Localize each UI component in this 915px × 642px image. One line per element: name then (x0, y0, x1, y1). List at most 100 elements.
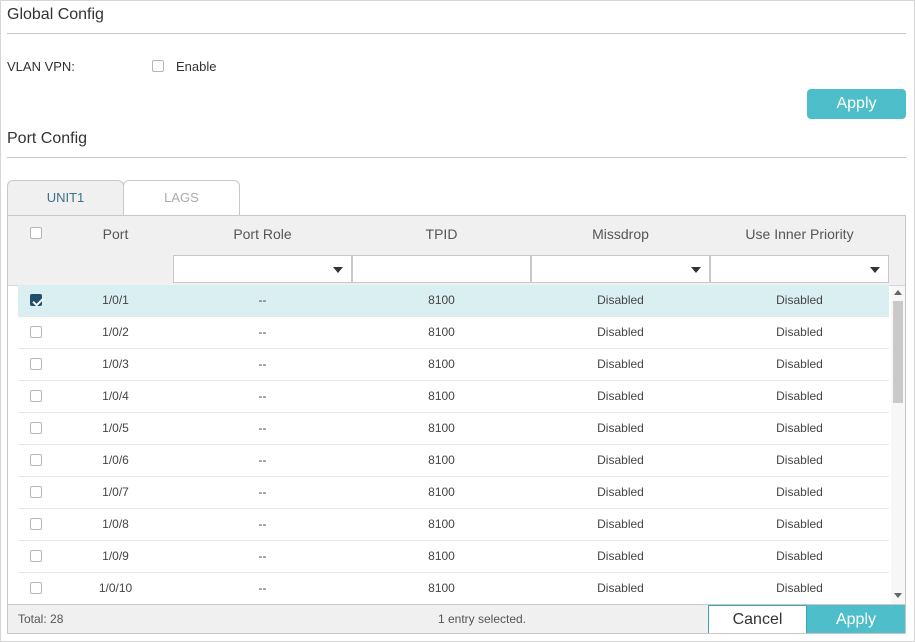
col-missdrop[interactable]: Missdrop (531, 216, 710, 253)
cell-inner: Disabled (776, 517, 823, 531)
cell-tpid: 8100 (428, 421, 455, 435)
table-row[interactable]: 1/0/2 -- 8100 Disabled Disabled (18, 317, 889, 349)
chevron-down-icon (691, 267, 701, 273)
vlan-vpn-label: VLAN VPN: (7, 59, 75, 74)
cell-tpid: 8100 (428, 581, 455, 595)
cell-inner: Disabled (776, 485, 823, 499)
vlan-vpn-enable-label: Enable (176, 59, 217, 74)
scroll-down-icon[interactable] (894, 593, 902, 598)
chevron-down-icon (333, 267, 343, 273)
cell-missdrop: Disabled (597, 325, 644, 339)
cell-port: 1/0/6 (102, 453, 129, 467)
cell-missdrop: Disabled (597, 453, 644, 467)
filter-row (8, 253, 905, 286)
selection-status: 1 entry selected. (437, 612, 527, 626)
cell-inner: Disabled (776, 357, 823, 371)
cell-role: -- (258, 421, 267, 435)
global-config-divider (7, 33, 906, 34)
cell-tpid: 8100 (428, 357, 455, 371)
row-checkbox[interactable] (30, 294, 42, 306)
cell-tpid: 8100 (428, 293, 455, 307)
cell-inner: Disabled (776, 549, 823, 563)
scroll-up-icon[interactable] (894, 290, 902, 295)
cell-role: -- (258, 485, 267, 499)
cell-missdrop: Disabled (597, 389, 644, 403)
chevron-down-icon (870, 267, 880, 273)
table-row[interactable]: 1/0/8 -- 8100 Disabled Disabled (18, 509, 889, 541)
cell-port: 1/0/4 (102, 389, 129, 403)
cell-missdrop: Disabled (597, 549, 644, 563)
port-config-divider (7, 157, 906, 158)
tab-lags[interactable]: LAGS (123, 180, 240, 215)
cell-port: 1/0/1 (102, 293, 129, 307)
table-row[interactable]: 1/0/1 -- 8100 Disabled Disabled (18, 285, 889, 317)
cell-inner: Disabled (776, 421, 823, 435)
table-row[interactable]: 1/0/3 -- 8100 Disabled Disabled (18, 349, 889, 381)
col-use-inner-priority[interactable]: Use Inner Priority (710, 216, 889, 253)
cell-port: 1/0/3 (102, 357, 129, 371)
cancel-button[interactable]: Cancel (708, 605, 807, 633)
cell-tpid: 8100 (428, 325, 455, 339)
cell-port: 1/0/7 (102, 485, 129, 499)
table-row[interactable]: 1/0/5 -- 8100 Disabled Disabled (18, 413, 889, 445)
row-checkbox[interactable] (30, 582, 42, 594)
cell-port: 1/0/9 (102, 549, 129, 563)
port-config-title: Port Config (7, 130, 88, 147)
cell-role: -- (258, 293, 267, 307)
cell-tpid: 8100 (428, 549, 455, 563)
cell-port: 1/0/8 (102, 517, 129, 531)
cell-role: -- (258, 325, 267, 339)
col-port[interactable]: Port (58, 216, 173, 253)
cell-inner: Disabled (776, 581, 823, 595)
cell-tpid: 8100 (428, 517, 455, 531)
cell-role: -- (258, 453, 267, 467)
cell-inner: Disabled (776, 389, 823, 403)
cell-role: -- (258, 517, 267, 531)
global-apply-button[interactable]: Apply (807, 89, 906, 119)
row-checkbox[interactable] (30, 454, 42, 466)
table-header: Port Port Role TPID Missdrop Use Inner P… (8, 216, 905, 254)
table-row[interactable]: 1/0/4 -- 8100 Disabled Disabled (18, 381, 889, 413)
cell-missdrop: Disabled (597, 581, 644, 595)
tpid-filter-input[interactable] (352, 255, 531, 283)
cell-missdrop: Disabled (597, 293, 644, 307)
cell-role: -- (258, 389, 267, 403)
cell-inner: Disabled (776, 293, 823, 307)
row-checkbox[interactable] (30, 550, 42, 562)
select-all-checkbox[interactable] (30, 227, 42, 239)
cell-missdrop: Disabled (597, 517, 644, 531)
cell-port: 1/0/10 (98, 581, 133, 595)
total-count: Total: 28 (18, 612, 64, 626)
cell-tpid: 8100 (428, 389, 455, 403)
cell-role: -- (258, 549, 267, 563)
cell-inner: Disabled (776, 325, 823, 339)
row-checkbox[interactable] (30, 390, 42, 402)
cell-missdrop: Disabled (597, 357, 644, 371)
tab-unit1[interactable]: UNIT1 (7, 180, 124, 215)
scrollbar-thumb[interactable] (893, 301, 903, 403)
cell-inner: Disabled (776, 453, 823, 467)
cell-missdrop: Disabled (597, 421, 644, 435)
global-config-title: Global Config (7, 6, 104, 23)
row-checkbox[interactable] (30, 358, 42, 370)
row-checkbox[interactable] (30, 486, 42, 498)
table-footer: Total: 28 1 entry selected. Cancel Apply (8, 604, 905, 633)
cell-tpid: 8100 (428, 485, 455, 499)
cell-tpid: 8100 (428, 453, 455, 467)
row-checkbox[interactable] (30, 422, 42, 434)
row-checkbox[interactable] (30, 518, 42, 530)
col-tpid[interactable]: TPID (352, 216, 531, 253)
col-port-role[interactable]: Port Role (173, 216, 352, 253)
inner-priority-filter-select[interactable] (710, 255, 889, 283)
table-row[interactable]: 1/0/9 -- 8100 Disabled Disabled (18, 541, 889, 573)
port-role-filter-select[interactable] (173, 255, 352, 283)
table-row[interactable]: 1/0/7 -- 8100 Disabled Disabled (18, 477, 889, 509)
table-apply-button[interactable]: Apply (807, 605, 905, 633)
table-row[interactable]: 1/0/6 -- 8100 Disabled Disabled (18, 445, 889, 477)
port-table: Port Port Role TPID Missdrop Use Inner P… (7, 215, 906, 634)
table-row[interactable]: 1/0/10 -- 8100 Disabled Disabled (18, 573, 889, 605)
cell-port: 1/0/5 (102, 421, 129, 435)
vlan-vpn-enable-checkbox[interactable] (152, 60, 164, 72)
missdrop-filter-select[interactable] (531, 255, 710, 283)
row-checkbox[interactable] (30, 326, 42, 338)
